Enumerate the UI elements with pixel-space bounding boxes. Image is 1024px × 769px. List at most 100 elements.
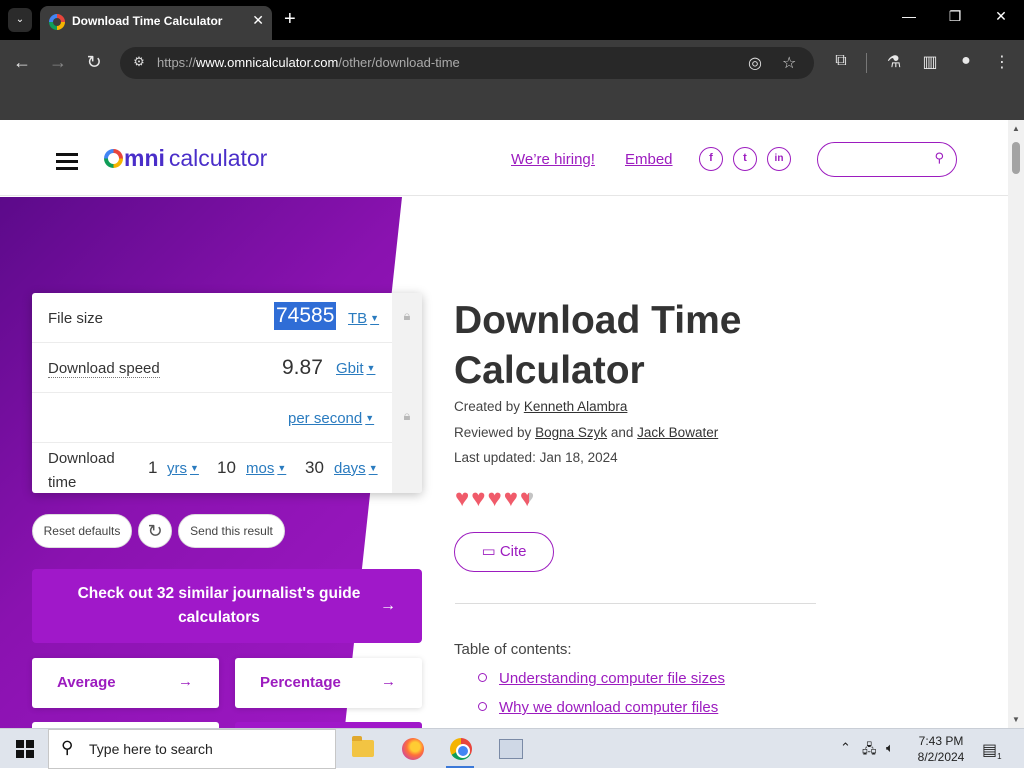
eye-off-icon[interactable]: ◎	[748, 53, 762, 73]
facebook-icon[interactable]: f	[699, 147, 723, 171]
heart-icon[interactable]: ♥	[471, 485, 487, 512]
linkedin-icon[interactable]: in	[767, 147, 791, 171]
embed-link[interactable]: Embed	[625, 151, 673, 168]
system-clock[interactable]: 7:43 PM 8/2/2024	[906, 733, 976, 765]
window-close-button[interactable]: ✕	[986, 8, 1016, 25]
notification-icon[interactable]: ▤1	[982, 740, 1002, 761]
search-icon[interactable]: ⚲	[934, 150, 944, 166]
arrow-right-icon: →	[381, 673, 396, 690]
clock-date: 8/2/2024	[917, 750, 965, 764]
hamburger-menu-icon[interactable]	[56, 153, 78, 170]
hiring-link[interactable]: We’re hiring!	[511, 151, 595, 168]
toc-item[interactable]: Understanding computer file sizes	[478, 670, 725, 687]
site-settings-icon[interactable]: ⚙	[130, 54, 148, 72]
time-days-input[interactable]: 30	[305, 458, 324, 478]
profile-avatar-icon[interactable]: ●	[955, 52, 977, 70]
url-scheme: https://	[157, 55, 197, 70]
per-unit-value: per second	[288, 410, 363, 427]
labs-flask-icon[interactable]: ⚗	[883, 52, 905, 72]
time-months-input[interactable]: 10	[217, 458, 236, 478]
half-heart-icon[interactable]: ♥♥	[520, 485, 536, 513]
download-speed-unit-value: Gbit	[336, 360, 364, 377]
related-calculator-average[interactable]: Average →	[32, 658, 219, 708]
per-unit-select[interactable]: per second ▼	[288, 410, 374, 427]
omni-logo[interactable]: mni calculator	[104, 145, 267, 175]
taskbar-search-input[interactable]: ⚲ Type here to search	[48, 729, 336, 769]
bookmark-star-icon[interactable]: ☆	[782, 53, 796, 73]
scroll-up-arrow-icon[interactable]: ▲	[1008, 124, 1024, 133]
cite-button[interactable]: ▭ Cite	[454, 532, 554, 572]
related-calculator-label: Average	[57, 674, 116, 691]
omni-logo-o-icon	[104, 149, 123, 168]
download-speed-unit-select[interactable]: Gbit ▼	[336, 360, 375, 377]
minimize-button[interactable]: —	[894, 8, 924, 24]
side-panel-icon[interactable]: ▥	[919, 52, 941, 72]
download-time-row: Download time 1 yrs ▼ 10 mos ▼ 30 days ▼	[32, 443, 392, 493]
back-button[interactable]: ←	[12, 52, 32, 72]
close-icon[interactable]: ✕	[252, 12, 264, 29]
toc-link[interactable]: Why we download computer files	[499, 699, 718, 716]
heart-icon[interactable]: ♥	[488, 485, 504, 512]
years-unit-select[interactable]: yrs ▼	[167, 460, 199, 477]
file-size-input[interactable]: 74585	[274, 302, 337, 330]
reviewer-link[interactable]: Bogna Szyk	[535, 425, 607, 440]
twitter-icon[interactable]: t	[733, 147, 757, 171]
download-speed-row: Download speed 9.87 Gbit ▼	[32, 343, 392, 393]
days-unit-select[interactable]: days ▼	[334, 460, 378, 477]
heart-icon[interactable]: ♥	[504, 485, 520, 512]
windows-taskbar: ⚲ Type here to search ⌃ 🖧︎ 🔈︎ 7:43 PM 8/…	[0, 728, 1024, 769]
reload-calculator-button[interactable]: ↻	[138, 514, 172, 548]
url-text[interactable]: https://www.omnicalculator.com/other/dow…	[157, 55, 460, 70]
reset-defaults-button[interactable]: Reset defaults	[32, 514, 132, 548]
cite-label: Cite	[499, 543, 527, 560]
windows-start-icon[interactable]	[16, 740, 34, 758]
chrome-icon	[450, 738, 472, 760]
reload-button[interactable]: ↻	[84, 52, 104, 72]
address-bar[interactable]: ⚙ https://www.omnicalculator.com/other/d…	[120, 47, 814, 79]
new-tab-button[interactable]: +	[284, 8, 296, 30]
folder-icon	[352, 736, 374, 757]
file-size-unit-select[interactable]: TB ▼	[348, 310, 379, 327]
forward-button[interactable]: →	[48, 52, 68, 72]
toc-link[interactable]: Understanding computer file sizes	[499, 670, 725, 687]
chevron-up-icon[interactable]: ⌃	[840, 740, 851, 756]
comment-icon: ▭	[481, 543, 496, 560]
logo-mni: mni	[124, 145, 165, 171]
restore-button[interactable]: ❐	[940, 8, 970, 25]
other-app[interactable]	[486, 729, 534, 769]
file-explorer-app[interactable]	[338, 729, 386, 769]
volume-muted-icon[interactable]: 🔈︎	[886, 740, 894, 756]
chrome-app[interactable]	[436, 729, 484, 769]
network-icon[interactable]: 🖧︎	[862, 740, 877, 762]
refresh-icon: ↻	[147, 521, 163, 541]
file-size-label: File size	[48, 310, 104, 327]
similar-calculators-button[interactable]: Check out 32 similar journalist's guide …	[32, 569, 422, 643]
last-updated: Last updated: Jan 18, 2024	[454, 450, 618, 465]
lock-icon[interactable]: 🔒︎	[400, 408, 414, 423]
search-icon: ⚲	[61, 738, 74, 757]
site-search-input[interactable]: ⚲	[817, 142, 957, 177]
send-result-button[interactable]: Send this result	[178, 514, 285, 548]
arrow-right-icon: →	[178, 673, 193, 690]
months-unit-select[interactable]: mos ▼	[246, 460, 286, 477]
scroll-down-arrow-icon[interactable]: ▼	[1008, 715, 1024, 724]
firefox-app[interactable]	[388, 729, 436, 769]
extensions-icon[interactable]: ⧉	[830, 52, 852, 70]
scrollbar-thumb[interactable]	[1012, 142, 1020, 174]
reviewer-link[interactable]: Jack Bowater	[637, 425, 718, 440]
browser-tab[interactable]: Download Time Calculator ✕	[40, 6, 272, 40]
menu-kebab-icon[interactable]: ⋮	[991, 52, 1013, 72]
tab-search-button[interactable]: ⌄	[8, 8, 32, 32]
rating-hearts[interactable]: ♥♥♥♥♥♥	[455, 485, 536, 513]
heart-icon[interactable]: ♥	[455, 485, 471, 512]
page-scrollbar[interactable]: ▲ ▼	[1008, 120, 1024, 728]
chevron-down-icon: ▼	[365, 413, 375, 423]
download-speed-input[interactable]: 9.87	[282, 356, 323, 380]
lock-icon[interactable]: 🔒︎	[400, 308, 414, 323]
time-years-input[interactable]: 1	[148, 458, 157, 478]
created-by-prefix: Created by	[454, 399, 521, 414]
chevron-down-icon: ▼	[277, 463, 287, 473]
toc-item[interactable]: Why we download computer files	[478, 699, 718, 716]
related-calculator-percentage[interactable]: Percentage →	[235, 658, 422, 708]
author-link[interactable]: Kenneth Alambra	[524, 399, 628, 414]
